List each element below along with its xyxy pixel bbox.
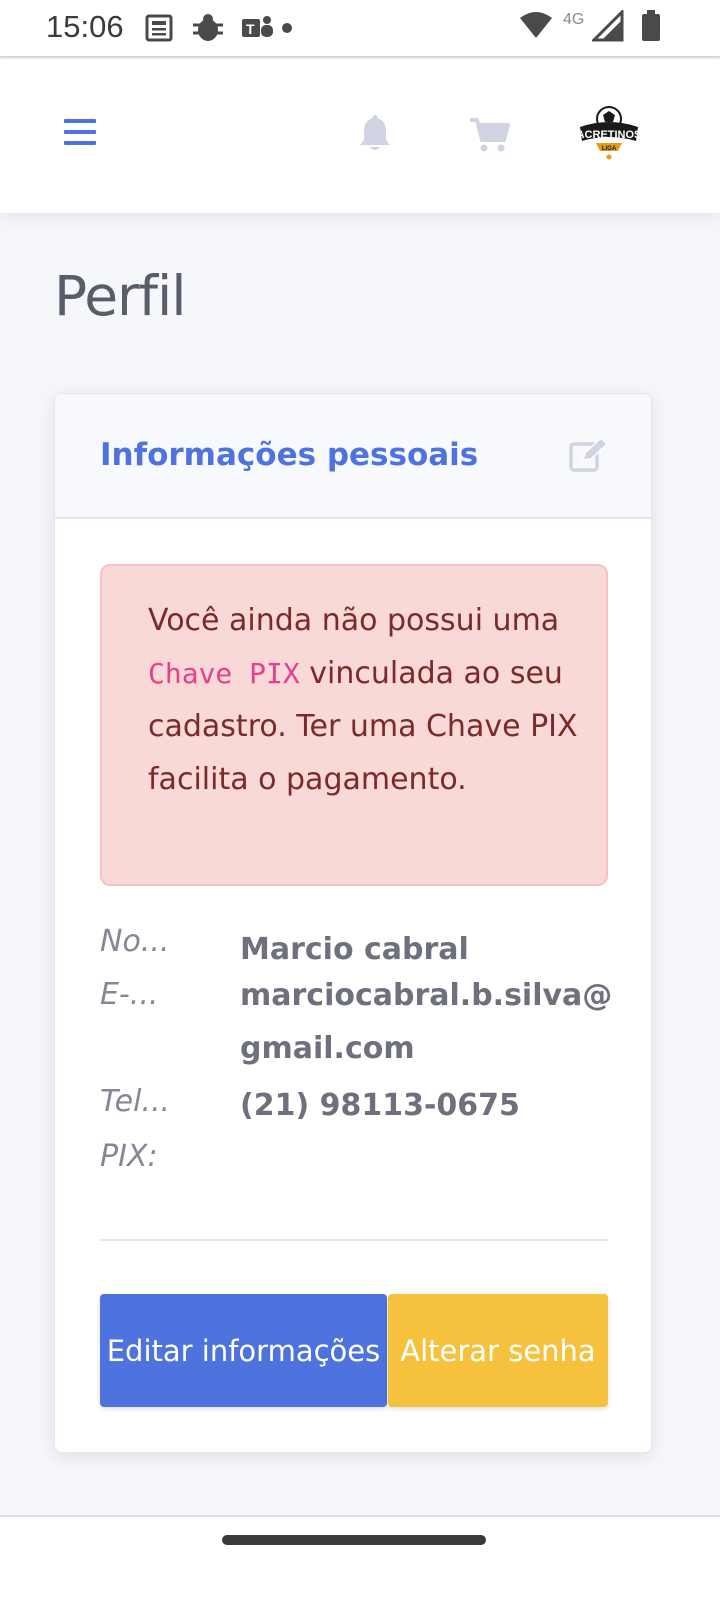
battery-icon [642,10,660,41]
logo-subtext: LIGA [602,146,617,152]
status-time: 15:06 [46,9,124,44]
alert-text-start: Você ainda não possui uma [148,603,560,638]
phone-label: Tel... [100,1084,171,1119]
change-password-button-label: Alterar senha [400,1333,596,1368]
network-label: 4G [563,11,585,28]
home-gesture-bar[interactable] [222,1535,486,1545]
dot-icon [282,23,292,33]
cart-icon[interactable] [470,117,510,153]
email-label: E-... [100,977,159,1012]
card-header: Informações pessoais [55,394,651,519]
navigation-area [0,1515,720,1600]
divider [100,1239,608,1241]
edit-info-button-label: Editar informações [106,1333,381,1368]
logo-text: ACRETINOS [577,129,642,141]
personal-info-card: Informações pessoais Você ainda não poss… [54,393,652,1453]
name-value: Marcio cabral [240,932,469,967]
bug-icon [193,14,223,41]
page-title: Perfil [54,264,187,328]
pix-warning-alert: Você ainda não possui uma Chave PIX vinc… [100,564,608,886]
signal-icon [592,10,624,42]
change-password-button[interactable]: Alterar senha [388,1294,608,1407]
card-title: Informações pessoais [100,437,479,473]
hamburger-icon[interactable] [64,117,96,147]
wifi-icon [520,12,552,38]
alert-code: Chave PIX [148,657,300,690]
phone-value: (21) 98113-0675 [240,1088,520,1123]
bell-icon[interactable] [359,115,391,153]
status-bar: 15:06 T 4G [0,0,720,58]
pix-label: PIX: [100,1139,158,1174]
edit-info-button[interactable]: Editar informações [100,1294,387,1407]
team-logo[interactable]: ACRETINOS LIGA [574,105,644,163]
teams-icon: T [242,16,273,37]
svg-text:T: T [246,21,255,37]
name-label: No... [100,924,170,959]
email-value: marciocabral.b.silva@gmail.com [240,978,613,1066]
app-header: ACRETINOS LIGA [0,60,720,213]
edit-icon[interactable] [569,438,607,472]
news-icon [145,14,173,42]
